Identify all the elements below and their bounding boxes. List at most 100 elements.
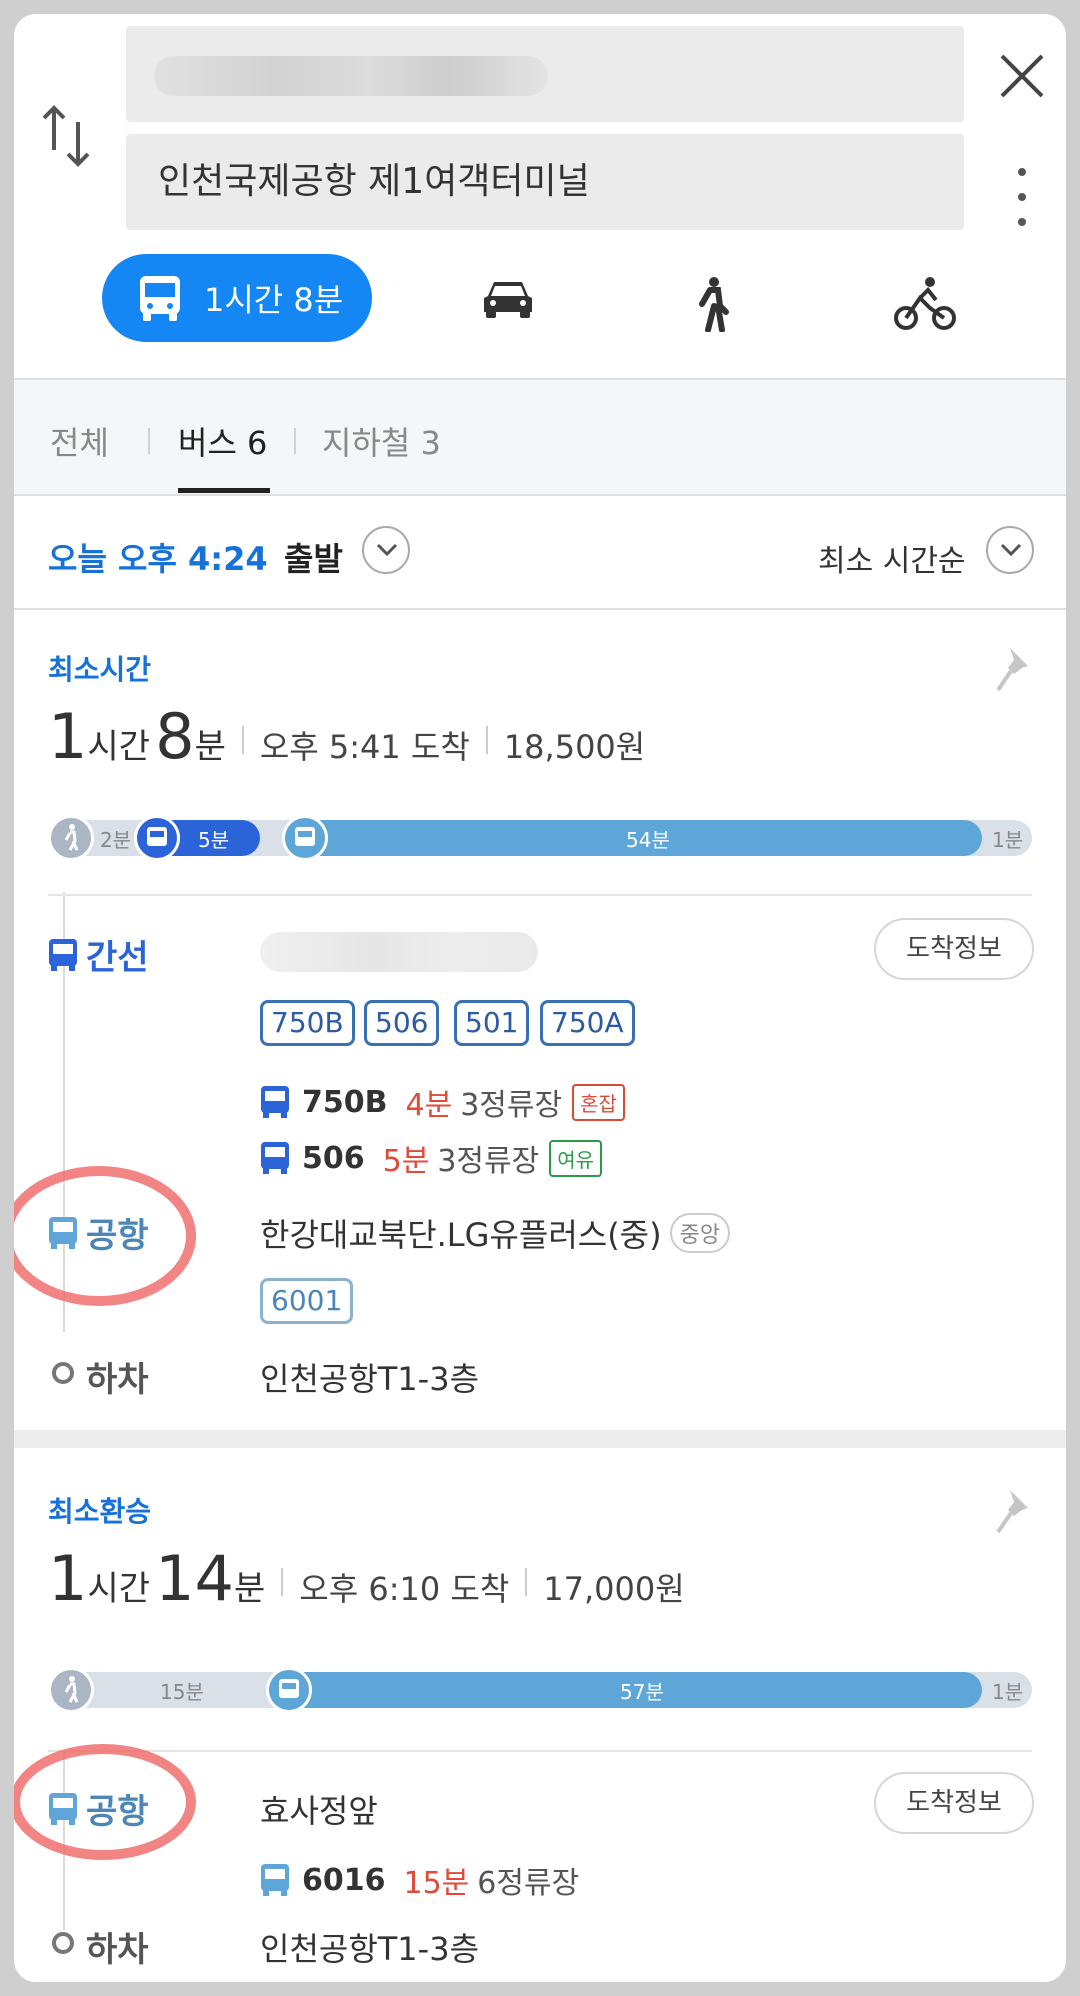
departure-label: 출발 <box>284 540 343 578</box>
route-timeline-bar: 2분 5분 54분 1분 <box>48 815 1032 861</box>
crowd-status-badge: 혼잡 <box>572 1083 625 1121</box>
bus-icon <box>261 1086 289 1118</box>
directions-panel: 인천국제공항 제1여객터미널 1시간 8분 전체 버스 6 지하철 3 오늘 오… <box>14 14 1066 1982</box>
walk-segment-icon <box>48 815 94 861</box>
hours-unit: 시간 <box>87 1569 151 1609</box>
airport-bus-duration: 57분 <box>620 1680 664 1704</box>
end-walk-duration: 1분 <box>992 1680 1024 1704</box>
bus-route-chip[interactable]: 506 <box>364 1000 440 1046</box>
route-tag: 최소시간 <box>48 653 152 686</box>
end-walk-duration: 1분 <box>992 828 1024 852</box>
step-label-alight: 하차 <box>86 1930 149 1970</box>
walk-duration: 2분 <box>100 828 132 852</box>
divider <box>48 894 1032 896</box>
sort-dropdown[interactable] <box>986 526 1034 574</box>
origin-field[interactable] <box>126 26 964 122</box>
stops-away: 3정류장 <box>437 1144 540 1179</box>
airport-bus-duration: 54분 <box>626 828 670 852</box>
walk-segment-icon <box>48 1667 94 1713</box>
bus-arrival-row: 506 5분 3정류장 여유 <box>260 1136 603 1180</box>
arrival-info-button[interactable]: 도착정보 <box>874 918 1034 980</box>
arrival-time: 오후 5:41 도착 <box>259 728 470 766</box>
trunk-bus-segment-icon <box>134 815 180 861</box>
airport-bus-segment-icon <box>266 1667 312 1713</box>
crowd-status-badge: 여유 <box>549 1139 603 1177</box>
travel-mode-selector: 1시간 8분 <box>14 254 1066 350</box>
route-tag: 최소환승 <box>48 1495 152 1528</box>
walk-icon <box>64 824 79 851</box>
tab-divider <box>294 428 296 454</box>
sort-label[interactable]: 최소 시간순 <box>818 536 966 580</box>
bus-number: 6016 <box>302 1862 386 1898</box>
highlight-circle <box>14 1166 196 1306</box>
bus-icon <box>49 938 77 971</box>
departure-bar: 오늘 오후 4:24 출발 최소 시간순 <box>14 496 1066 608</box>
departure-time[interactable]: 오늘 오후 4:24 <box>48 534 268 580</box>
tab-subway[interactable]: 지하철 3 <box>322 418 441 464</box>
duration-minutes: 14 <box>155 1542 235 1615</box>
bus-route-chip[interactable]: 501 <box>454 1000 530 1046</box>
hours-unit: 시간 <box>87 727 151 767</box>
bus-number: 506 <box>302 1140 365 1176</box>
bus-arrival-row: 750B 4분 3정류장 혼잡 <box>260 1080 625 1124</box>
tab-all[interactable]: 전체 <box>50 418 109 464</box>
stop-name-blurred <box>260 932 538 972</box>
chevron-down-icon <box>1000 543 1022 557</box>
duration-hours: 1 <box>48 700 88 773</box>
departure-dropdown[interactable] <box>362 526 410 574</box>
walk-duration: 15분 <box>160 1680 204 1704</box>
bus-icon <box>147 827 167 846</box>
step-label-trunk: 간선 <box>48 930 149 979</box>
boarding-stop[interactable]: 한강대교북단.LG유플러스(중) 중앙 <box>260 1210 731 1256</box>
walk-icon <box>64 1676 79 1703</box>
route-summary: 1시간 14분 오후 6:10 도착 17,000원 <box>48 1542 685 1615</box>
pin-icon[interactable] <box>994 644 1038 694</box>
arrival-minutes: 15분 <box>403 1866 470 1901</box>
stop-tag: 중앙 <box>669 1213 731 1253</box>
route-card[interactable]: 최소시간 1시간 8분 오후 5:41 도착 18,500원 2분 5분 54분 1… <box>14 610 1066 1424</box>
card-separator <box>14 1430 1066 1448</box>
route-card[interactable]: 최소환승 1시간 14분 오후 6:10 도착 17,000원 15분 57분 1분… <box>14 1448 1066 1982</box>
origin-value-blurred <box>154 56 548 96</box>
duration-hours: 1 <box>48 1542 88 1615</box>
bus-icon <box>295 827 315 846</box>
bus-route-chip[interactable]: 750A <box>540 1000 635 1046</box>
tab-divider <box>148 428 150 454</box>
minutes-unit: 분 <box>194 727 226 767</box>
duration-minutes: 8 <box>155 700 195 773</box>
bus-icon <box>261 1864 289 1896</box>
arrival-time: 오후 6:10 도착 <box>299 1570 510 1608</box>
route-summary: 1시간 8분 오후 5:41 도착 18,500원 <box>48 700 645 773</box>
more-options-icon[interactable] <box>1012 164 1032 230</box>
arrival-minutes: 5분 <box>382 1144 430 1179</box>
bus-route-chip[interactable]: 750B <box>260 1000 355 1046</box>
destination-field[interactable]: 인천국제공항 제1여객터미널 <box>126 134 964 230</box>
route-timeline-bar: 15분 57분 1분 <box>48 1667 1032 1713</box>
alight-stop[interactable]: 인천공항T1-3층 <box>260 1924 479 1970</box>
arrival-minutes: 4분 <box>405 1088 453 1123</box>
bike-icon[interactable] <box>894 276 956 332</box>
swap-icon[interactable] <box>36 100 96 172</box>
bus-icon <box>279 1679 299 1698</box>
stops-away: 3정류장 <box>460 1088 563 1123</box>
arrival-info-button[interactable]: 도착정보 <box>874 1772 1034 1834</box>
bus-icon <box>140 276 180 321</box>
car-icon[interactable] <box>480 276 536 320</box>
mode-transit-button[interactable]: 1시간 8분 <box>102 254 372 342</box>
close-icon[interactable] <box>994 48 1050 104</box>
alight-stop[interactable]: 인천공항T1-3층 <box>260 1354 479 1400</box>
tab-bus[interactable]: 버스 6 <box>178 418 267 464</box>
transit-type-tabs: 전체 버스 6 지하철 3 <box>14 380 1066 494</box>
chevron-down-icon <box>376 543 398 557</box>
alight-marker <box>52 1932 74 1954</box>
minutes-unit: 분 <box>234 1569 266 1609</box>
active-tab-indicator <box>178 488 270 493</box>
boarding-stop[interactable]: 효사정앞 <box>260 1786 378 1832</box>
step-label-alight: 하차 <box>86 1360 149 1400</box>
walk-icon[interactable] <box>692 276 732 332</box>
bus-route-chip[interactable]: 6001 <box>260 1278 354 1324</box>
transit-duration: 1시간 8분 <box>204 281 344 319</box>
pin-icon[interactable] <box>994 1486 1038 1536</box>
alight-marker <box>52 1362 74 1384</box>
bus-arrival-row: 6016 15분 6정류장 <box>260 1858 589 1902</box>
